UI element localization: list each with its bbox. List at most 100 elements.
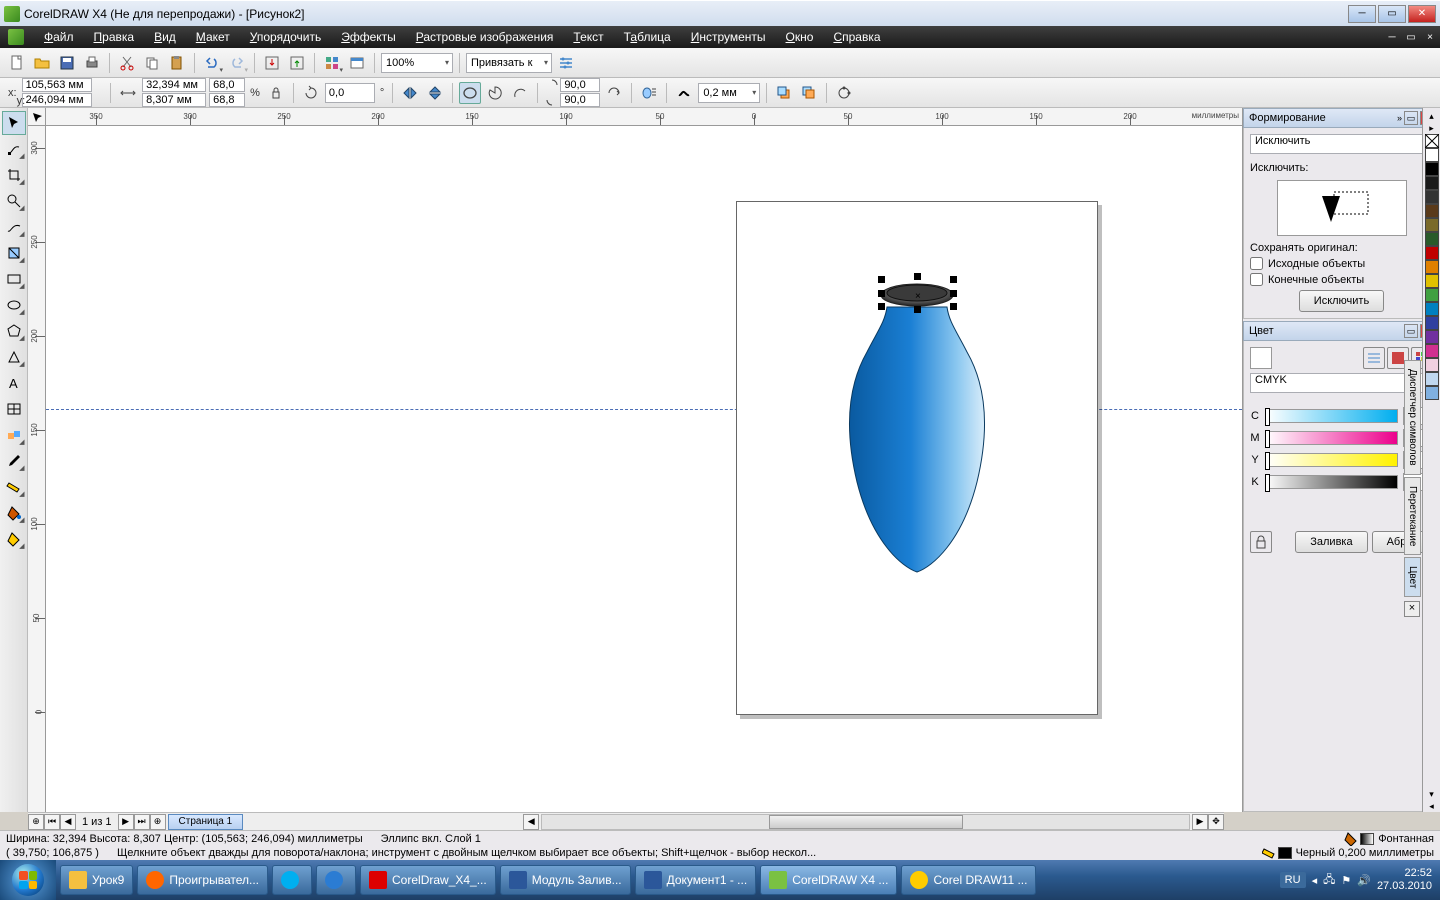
menu-arrange[interactable]: Упорядочить (240, 28, 331, 46)
import-button[interactable] (261, 52, 283, 74)
outline-tool[interactable]: ◢ (2, 475, 26, 499)
rectangle-tool[interactable]: ◢ (2, 267, 26, 291)
lock-ratio-button[interactable] (265, 82, 287, 104)
source-objects-checkbox[interactable]: Исходные объекты (1250, 257, 1433, 270)
color-sliders-tab[interactable] (1363, 347, 1385, 369)
cut-button[interactable] (116, 52, 138, 74)
selection-handle[interactable] (914, 273, 921, 280)
fill-button[interactable]: Заливка (1295, 531, 1367, 553)
mdi-restore-button[interactable]: ▭ (1403, 30, 1419, 44)
welcome-button[interactable] (346, 52, 368, 74)
vtabs-close-button[interactable]: × (1404, 601, 1420, 617)
to-back-button[interactable] (798, 82, 820, 104)
pie-button[interactable] (484, 82, 506, 104)
blend-tab[interactable]: Перетекание (1404, 477, 1421, 555)
selection-handle[interactable] (878, 276, 885, 283)
taskbar-clock[interactable]: 22:5227.03.2010 (1377, 867, 1432, 893)
window-minimize-button[interactable]: ─ (1348, 5, 1376, 23)
color-swatch[interactable] (1425, 344, 1439, 358)
print-button[interactable] (81, 52, 103, 74)
menu-edit[interactable]: Правка (84, 28, 145, 46)
color-swatch[interactable] (1425, 288, 1439, 302)
color-swatch[interactable] (1425, 148, 1439, 162)
zoom-tool[interactable]: ◢ (2, 189, 26, 213)
tray-volume-icon[interactable]: 🔊 (1357, 874, 1371, 887)
black-slider[interactable] (1265, 475, 1398, 489)
color-swatch[interactable] (1425, 302, 1439, 316)
y-position-input[interactable] (22, 93, 92, 107)
window-maximize-button[interactable]: ▭ (1378, 5, 1406, 23)
tray-network-icon[interactable]: 🖧 (1323, 871, 1335, 890)
menu-table[interactable]: Таблица (614, 28, 681, 46)
color-swatch[interactable] (1425, 260, 1439, 274)
selection-handle[interactable] (950, 303, 957, 310)
width-input[interactable] (142, 78, 206, 92)
tray-show-hidden-icon[interactable]: ◂ (1312, 874, 1318, 887)
polygon-tool[interactable]: ◢ (2, 319, 26, 343)
hscroll-left-button[interactable]: ◀ (523, 814, 539, 830)
shaping-operation-select[interactable]: Исключить (1250, 134, 1433, 154)
mirror-h-button[interactable] (399, 82, 421, 104)
color-swatch[interactable] (1425, 218, 1439, 232)
add-page-before-button[interactable]: ⊕ (28, 814, 44, 830)
x-position-input[interactable] (22, 78, 92, 92)
mdi-minimize-button[interactable]: ─ (1384, 30, 1400, 44)
snap-combo[interactable]: Привязать к (466, 53, 552, 73)
eyedropper-tool[interactable]: ◢ (2, 449, 26, 473)
smart-fill-tool[interactable]: ◢ (2, 241, 26, 265)
arc-button[interactable] (509, 82, 531, 104)
color-swatch[interactable] (1425, 190, 1439, 204)
add-page-after-button[interactable]: ⊕ (150, 814, 166, 830)
viewport[interactable]: × (46, 126, 1242, 812)
color-swatch[interactable] (1425, 232, 1439, 246)
color-swatch[interactable] (1425, 274, 1439, 288)
mdi-close-button[interactable]: × (1422, 30, 1438, 44)
ruler-origin[interactable] (28, 108, 46, 126)
color-swatch[interactable] (1425, 386, 1439, 400)
yellow-slider[interactable] (1265, 453, 1398, 467)
pick-tool[interactable] (2, 111, 26, 135)
shaping-apply-button[interactable]: Исключить (1299, 290, 1384, 312)
menu-layout[interactable]: Макет (186, 28, 240, 46)
color-swatch[interactable] (1425, 176, 1439, 190)
menu-text[interactable]: Текст (563, 28, 613, 46)
stroke-swatch[interactable] (1278, 847, 1292, 859)
hscroll-right-button[interactable]: ▶ (1192, 814, 1208, 830)
undo-button[interactable]: ▾ (201, 52, 223, 74)
window-close-button[interactable]: ✕ (1408, 5, 1436, 23)
selection-handle[interactable] (914, 306, 921, 313)
interactive-tool[interactable]: ◢ (2, 423, 26, 447)
task-skype[interactable] (272, 865, 312, 895)
task-coreldraw[interactable]: CorelDRAW X4 ... (760, 865, 897, 895)
save-button[interactable] (56, 52, 78, 74)
color-swatch[interactable] (1425, 358, 1439, 372)
menu-help[interactable]: Справка (823, 28, 890, 46)
page-tab[interactable]: Страница 1 (168, 814, 244, 830)
color-swatch[interactable] (1425, 204, 1439, 218)
menu-tools[interactable]: Инструменты (681, 28, 776, 46)
task-word2[interactable]: Документ1 - ... (635, 865, 757, 895)
tray-flag-icon[interactable]: ⚑ (1341, 874, 1351, 887)
task-coreldraw11[interactable]: Corel DRAW11 ... (901, 865, 1036, 895)
end-angle-input[interactable] (560, 93, 600, 107)
selection-center[interactable]: × (915, 291, 921, 302)
vertical-ruler[interactable]: 300250200150100500 (28, 126, 46, 812)
language-indicator[interactable]: RU (1280, 872, 1306, 888)
selection-handle[interactable] (878, 303, 885, 310)
selection-handle[interactable] (878, 290, 885, 297)
color-swatch[interactable] (1425, 246, 1439, 260)
convert-curves-button[interactable] (833, 82, 855, 104)
zoom-combo[interactable]: 100% (381, 53, 453, 73)
redo-button[interactable]: ▾ (226, 52, 248, 74)
basic-shapes-tool[interactable]: ◢ (2, 345, 26, 369)
docker-undock-button[interactable]: ▭ (1404, 111, 1418, 125)
color-docker-undock-button[interactable]: ▭ (1404, 324, 1418, 338)
color-tab[interactable]: Цвет (1404, 557, 1421, 597)
open-button[interactable] (31, 52, 53, 74)
palette-menu-arrow[interactable]: ▸ (1429, 122, 1434, 134)
paste-button[interactable] (166, 52, 188, 74)
color-docker-title[interactable]: Цвет ▭ × (1243, 321, 1440, 341)
magenta-slider[interactable] (1265, 431, 1398, 445)
scale-y-input[interactable] (209, 93, 245, 107)
navigator-button[interactable]: ✥ (1208, 814, 1224, 830)
